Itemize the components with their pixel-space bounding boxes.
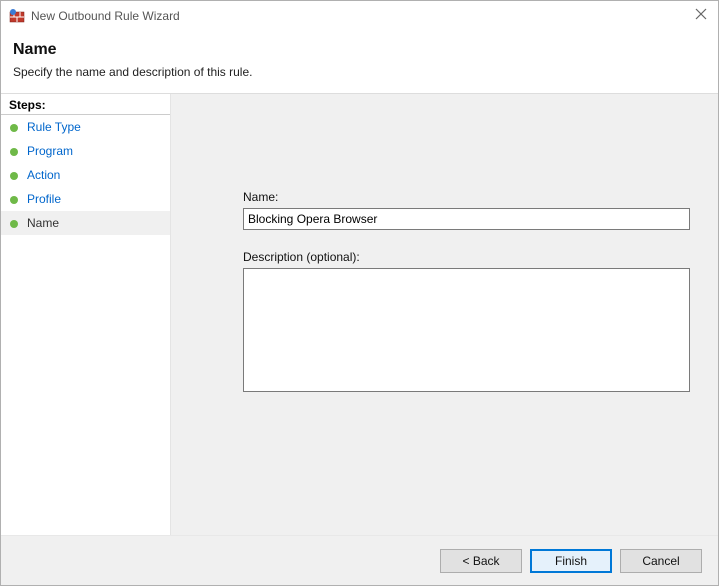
step-label: Name xyxy=(27,216,59,230)
step-name[interactable]: Name xyxy=(1,211,170,235)
step-program[interactable]: Program xyxy=(1,139,170,163)
steps-heading: Steps: xyxy=(1,94,170,115)
finish-button[interactable]: Finish xyxy=(530,549,612,573)
back-button[interactable]: < Back xyxy=(440,549,522,573)
bullet-icon xyxy=(9,122,19,132)
step-rule-type[interactable]: Rule Type xyxy=(1,115,170,139)
bullet-icon xyxy=(9,218,19,228)
name-label: Name: xyxy=(243,190,690,204)
wizard-body: Steps: Rule Type Program Action xyxy=(1,94,718,535)
step-label: Action xyxy=(27,168,60,182)
step-label: Rule Type xyxy=(27,120,81,134)
bullet-icon xyxy=(9,194,19,204)
step-profile[interactable]: Profile xyxy=(1,187,170,211)
page-title: Name xyxy=(13,41,706,59)
titlebar: New Outbound Rule Wizard xyxy=(1,1,718,31)
name-input[interactable] xyxy=(243,208,690,230)
content-panel: Name: Description (optional): xyxy=(171,94,718,535)
bullet-icon xyxy=(9,170,19,180)
description-textarea[interactable] xyxy=(243,268,690,392)
step-action[interactable]: Action xyxy=(1,163,170,187)
steps-sidebar: Steps: Rule Type Program Action xyxy=(1,94,171,535)
description-label: Description (optional): xyxy=(243,250,690,264)
close-icon[interactable] xyxy=(694,7,708,21)
step-label: Program xyxy=(27,144,73,158)
wizard-window: New Outbound Rule Wizard Name Specify th… xyxy=(0,0,719,586)
window-title: New Outbound Rule Wizard xyxy=(31,9,180,23)
firewall-icon xyxy=(9,8,25,24)
step-label: Profile xyxy=(27,192,61,206)
wizard-header: Name Specify the name and description of… xyxy=(1,31,718,94)
bullet-icon xyxy=(9,146,19,156)
cancel-button[interactable]: Cancel xyxy=(620,549,702,573)
page-subtitle: Specify the name and description of this… xyxy=(13,65,706,79)
wizard-footer: < Back Finish Cancel xyxy=(1,535,718,585)
